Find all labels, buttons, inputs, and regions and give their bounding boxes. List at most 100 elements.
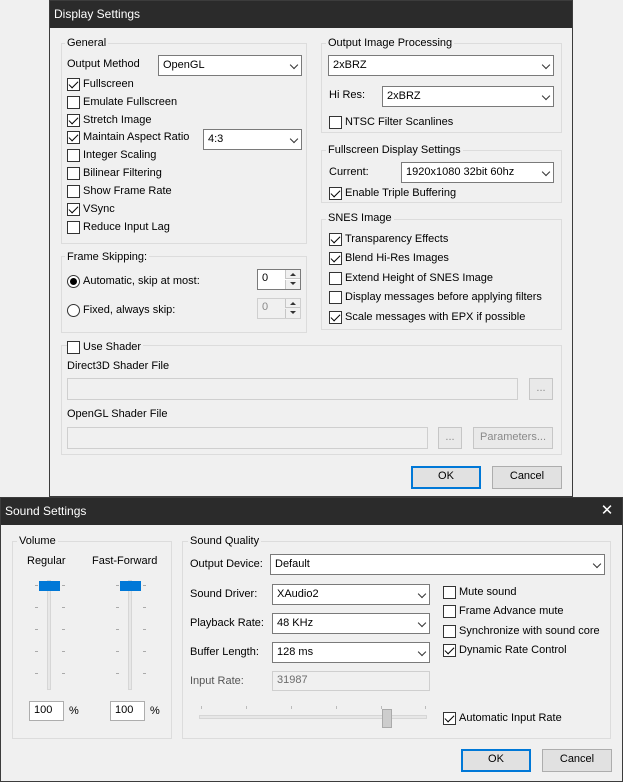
fixed-skip-value: 0	[262, 301, 269, 313]
fixed-skip-radio[interactable]: Fixed, always skip:	[67, 303, 175, 317]
opengl-browse-button[interactable]: ...	[438, 427, 462, 449]
buffer-length-select[interactable]: 128 ms	[272, 642, 430, 663]
display-cancel-button[interactable]: Cancel	[492, 466, 562, 489]
chevron-down-icon	[541, 91, 551, 101]
sound-title: Sound Settings	[1, 498, 622, 525]
input-rate-input[interactable]: 31987	[272, 671, 430, 691]
emulate-fullscreen-checkbox[interactable]: Emulate Fullscreen	[67, 95, 177, 109]
checkbox-icon	[329, 232, 342, 246]
use-shader-checkbox[interactable]: Use Shader	[67, 340, 144, 354]
d3d-shader-input[interactable]	[67, 378, 518, 400]
auto-skip-spinner[interactable]: 0	[257, 269, 301, 290]
shader-parameters-button[interactable]: Parameters...	[473, 427, 553, 449]
filter-select[interactable]: 2xBRZ	[328, 55, 554, 76]
frame-advance-mute-checkbox[interactable]: Frame Advance mute	[443, 604, 564, 618]
slider-tick	[143, 629, 146, 630]
d3d-browse-button[interactable]: ...	[529, 378, 553, 400]
sound-driver-select[interactable]: XAudio2	[272, 584, 430, 605]
opengl-shader-input[interactable]	[67, 427, 428, 449]
regular-slider-thumb[interactable]	[39, 581, 60, 591]
slider-tick	[62, 651, 65, 652]
fixed-skip-spinner[interactable]: 0	[257, 298, 301, 319]
auto-input-rate-checkbox[interactable]: Automatic Input Rate	[443, 711, 562, 725]
chevron-down-icon	[541, 167, 551, 177]
spin-down-icon[interactable]	[285, 309, 300, 318]
auto-skip-label: Automatic, skip at most:	[83, 275, 200, 287]
regular-label: Regular	[27, 555, 66, 567]
hires-value: 2xBRZ	[387, 90, 421, 102]
scale-messages-label: Scale messages with EPX if possible	[345, 311, 526, 323]
vsync-checkbox[interactable]: VSync	[67, 202, 115, 216]
scale-messages-checkbox[interactable]: Scale messages with EPX if possible	[329, 310, 525, 324]
bilinear-checkbox[interactable]: Bilinear Filtering	[67, 166, 162, 180]
blend-hires-label: Blend Hi-Res Images	[345, 252, 449, 264]
mute-sound-checkbox[interactable]: Mute sound	[443, 585, 516, 599]
slider-tick	[116, 673, 119, 674]
display-ok-button[interactable]: OK	[411, 466, 481, 489]
aspect-ratio-select[interactable]: 4:3	[203, 129, 302, 150]
extend-height-label: Extend Height of SNES Image	[345, 272, 493, 284]
input-rate-slider-thumb[interactable]	[382, 709, 392, 728]
vsync-label: VSync	[83, 203, 115, 215]
fast-forward-label: Fast-Forward	[92, 555, 158, 567]
stretch-image-checkbox[interactable]: Stretch Image	[67, 113, 151, 127]
buffer-length-value: 128 ms	[277, 646, 314, 658]
playback-rate-label: Playback Rate:	[190, 617, 264, 629]
bilinear-label: Bilinear Filtering	[83, 167, 162, 179]
checkbox-icon	[443, 604, 456, 618]
sound-quality-label: Sound Quality	[188, 535, 262, 548]
regular-volume-input[interactable]: 100	[29, 701, 64, 721]
sound-cancel-button[interactable]: Cancel	[542, 749, 612, 772]
playback-rate-value: 48 KHz	[277, 617, 314, 629]
spin-up-icon[interactable]	[285, 270, 300, 279]
checkbox-icon	[67, 148, 80, 162]
auto-skip-radio[interactable]: Automatic, skip at most:	[67, 274, 200, 288]
blend-hires-checkbox[interactable]: Blend Hi-Res Images	[329, 251, 449, 265]
integer-scaling-checkbox[interactable]: Integer Scaling	[67, 148, 156, 162]
maintain-aspect-checkbox[interactable]: Maintain Aspect Ratio	[67, 130, 189, 144]
slider-tick	[143, 585, 146, 586]
auto-skip-value: 0	[262, 272, 269, 284]
ff-volume-input[interactable]: 100	[110, 701, 145, 721]
output-processing-label: Output Image Processing	[326, 37, 455, 50]
slider-tick	[336, 706, 337, 709]
triple-buffering-label: Enable Triple Buffering	[345, 187, 457, 199]
close-icon[interactable]: ✕	[592, 498, 622, 525]
output-method-select[interactable]: OpenGL	[158, 55, 302, 76]
chevron-down-icon	[417, 618, 427, 628]
output-device-select[interactable]: Default	[270, 554, 605, 575]
slider-tick	[201, 706, 202, 709]
dynamic-rate-label: Dynamic Rate Control	[459, 644, 567, 656]
extend-height-checkbox[interactable]: Extend Height of SNES Image	[329, 271, 493, 285]
spin-up-icon[interactable]	[285, 299, 300, 308]
checkbox-icon	[67, 77, 80, 91]
sound-ok-button[interactable]: OK	[461, 749, 531, 772]
resolution-select[interactable]: 1920x1080 32bit 60hz	[401, 162, 554, 183]
resolution-value: 1920x1080 32bit 60hz	[406, 166, 515, 178]
fullscreen-checkbox[interactable]: Fullscreen	[67, 77, 134, 91]
sync-sound-core-checkbox[interactable]: Synchronize with sound core	[443, 624, 600, 638]
transparency-checkbox[interactable]: Transparency Effects	[329, 232, 448, 246]
mute-sound-label: Mute sound	[459, 586, 517, 598]
output-device-value: Default	[275, 558, 310, 570]
spin-down-icon[interactable]	[285, 280, 300, 289]
dynamic-rate-checkbox[interactable]: Dynamic Rate Control	[443, 643, 567, 657]
current-label: Current:	[329, 166, 369, 178]
checkbox-icon	[67, 340, 80, 354]
playback-rate-select[interactable]: 48 KHz	[272, 613, 430, 634]
show-frame-rate-checkbox[interactable]: Show Frame Rate	[67, 184, 172, 198]
triple-buffering-checkbox[interactable]: Enable Triple Buffering	[329, 186, 456, 200]
chevron-down-icon	[541, 60, 551, 70]
input-rate-slider-track	[199, 715, 427, 719]
ntsc-checkbox[interactable]: NTSC Filter Scanlines	[329, 115, 453, 129]
hires-select[interactable]: 2xBRZ	[382, 86, 554, 107]
transparency-label: Transparency Effects	[345, 233, 449, 245]
reduce-input-lag-checkbox[interactable]: Reduce Input Lag	[67, 220, 170, 234]
hires-label: Hi Res:	[329, 89, 366, 101]
display-messages-checkbox[interactable]: Display messages before applying filters	[329, 290, 542, 304]
checkbox-icon	[67, 166, 80, 180]
ff-slider-thumb[interactable]	[120, 581, 141, 591]
use-shader-label: Use Shader	[83, 341, 142, 353]
checkbox-icon	[67, 130, 80, 144]
chevron-down-icon	[417, 647, 427, 657]
